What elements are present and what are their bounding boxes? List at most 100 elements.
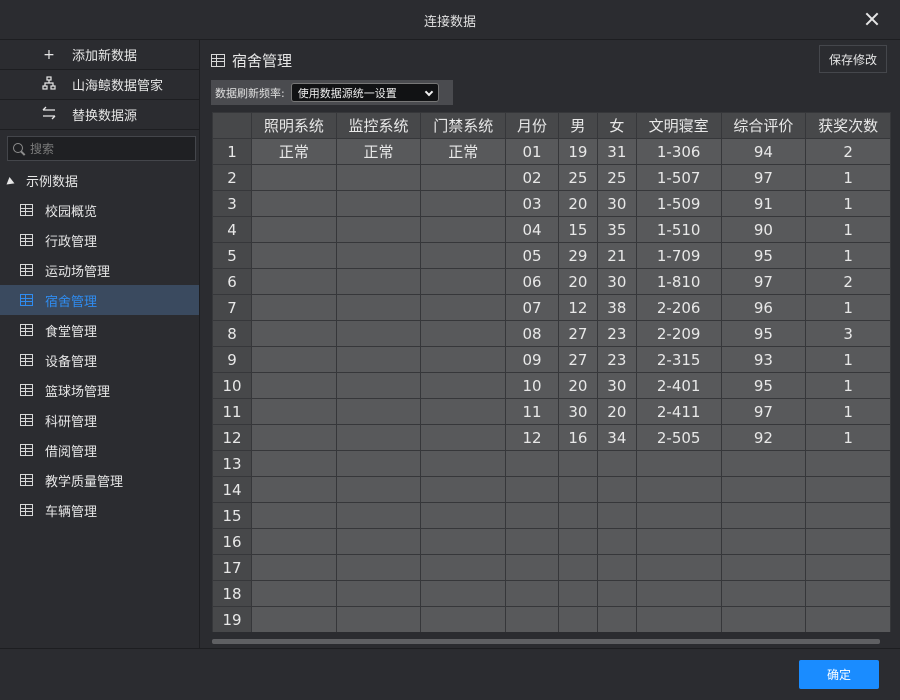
table-cell[interactable]: 正常	[420, 138, 507, 165]
table-cell[interactable]: 2-401	[635, 372, 722, 399]
table-cell[interactable]: 97	[720, 268, 807, 295]
table-cell[interactable]	[420, 580, 507, 607]
table-cell[interactable]	[805, 528, 891, 555]
table-cell[interactable]	[505, 502, 559, 529]
table-cell[interactable]	[420, 450, 507, 477]
table-cell[interactable]: 30	[557, 398, 598, 425]
table-cell[interactable]	[557, 554, 598, 581]
sidebar-item[interactable]: 行政管理	[0, 225, 199, 255]
column-header[interactable]: 综合评价	[720, 112, 807, 139]
table-cell[interactable]	[505, 606, 559, 632]
table-cell[interactable]	[596, 528, 637, 555]
table-cell[interactable]	[557, 606, 598, 632]
table-cell[interactable]	[635, 606, 722, 632]
column-header[interactable]: 女	[596, 112, 637, 139]
table-cell[interactable]: 25	[596, 164, 637, 191]
table-cell[interactable]: 27	[557, 320, 598, 347]
table-cell[interactable]	[420, 320, 507, 347]
table-cell[interactable]	[335, 424, 422, 451]
column-header[interactable]: 文明寝室	[635, 112, 722, 139]
table-cell[interactable]: 1	[805, 190, 891, 217]
sidebar-item[interactable]: 科研管理	[0, 405, 199, 435]
table-cell[interactable]	[420, 242, 507, 269]
table-cell[interactable]	[335, 476, 422, 503]
table-cell[interactable]: 34	[596, 424, 637, 451]
table-cell[interactable]: 95	[720, 372, 807, 399]
table-cell[interactable]	[250, 294, 337, 321]
table-cell[interactable]: 93	[720, 346, 807, 373]
table-cell[interactable]: 1-306	[635, 138, 722, 165]
table-cell[interactable]: 1	[805, 216, 891, 243]
column-header[interactable]: 获奖次数	[805, 112, 891, 139]
table-cell[interactable]	[335, 216, 422, 243]
table-cell[interactable]	[596, 476, 637, 503]
table-cell[interactable]	[505, 554, 559, 581]
close-icon[interactable]	[862, 9, 882, 29]
table-cell[interactable]	[250, 372, 337, 399]
table-cell[interactable]	[335, 450, 422, 477]
table-cell[interactable]: 1	[805, 164, 891, 191]
table-cell[interactable]	[335, 398, 422, 425]
sidebar-item[interactable]: 借阅管理	[0, 435, 199, 465]
table-cell[interactable]: 2-209	[635, 320, 722, 347]
save-changes-button[interactable]: 保存修改	[819, 45, 887, 73]
column-header[interactable]: 月份	[505, 112, 559, 139]
table-cell[interactable]	[805, 450, 891, 477]
column-header[interactable]: 门禁系统	[420, 112, 507, 139]
table-cell[interactable]: 1	[805, 242, 891, 269]
table-cell[interactable]: 23	[596, 320, 637, 347]
table-cell[interactable]	[557, 580, 598, 607]
table-cell[interactable]: 19	[557, 138, 598, 165]
table-cell[interactable]: 16	[557, 424, 598, 451]
table-cell[interactable]	[805, 554, 891, 581]
table-cell[interactable]: 1	[805, 372, 891, 399]
table-cell[interactable]	[335, 502, 422, 529]
table-cell[interactable]: 91	[720, 190, 807, 217]
table-cell[interactable]	[335, 320, 422, 347]
table-cell[interactable]: 23	[596, 346, 637, 373]
table-cell[interactable]	[720, 502, 807, 529]
table-cell[interactable]: 30	[596, 268, 637, 295]
table-cell[interactable]: 31	[596, 138, 637, 165]
table-cell[interactable]: 95	[720, 242, 807, 269]
table-cell[interactable]	[335, 190, 422, 217]
table-cell[interactable]	[250, 320, 337, 347]
table-cell[interactable]: 92	[720, 424, 807, 451]
table-cell[interactable]: 02	[505, 164, 559, 191]
table-cell[interactable]: 90	[720, 216, 807, 243]
table-cell[interactable]: 38	[596, 294, 637, 321]
table-cell[interactable]	[420, 268, 507, 295]
table-cell[interactable]	[250, 216, 337, 243]
table-cell[interactable]	[635, 580, 722, 607]
table-cell[interactable]	[596, 502, 637, 529]
table-cell[interactable]	[557, 528, 598, 555]
table-cell[interactable]	[635, 528, 722, 555]
add-new-data-button[interactable]: + 添加新数据	[0, 40, 199, 70]
table-cell[interactable]: 97	[720, 164, 807, 191]
table-cell[interactable]	[720, 606, 807, 632]
data-manager-button[interactable]: 山海鲸数据管家	[0, 70, 199, 100]
table-cell[interactable]	[720, 476, 807, 503]
replace-datasource-button[interactable]: 替换数据源	[0, 100, 199, 130]
table-cell[interactable]	[250, 450, 337, 477]
table-cell[interactable]	[250, 554, 337, 581]
table-cell[interactable]: 正常	[335, 138, 422, 165]
table-cell[interactable]	[335, 346, 422, 373]
table-cell[interactable]: 10	[505, 372, 559, 399]
table-cell[interactable]: 07	[505, 294, 559, 321]
table-cell[interactable]: 1	[805, 424, 891, 451]
table-cell[interactable]: 03	[505, 190, 559, 217]
column-header[interactable]: 监控系统	[335, 112, 422, 139]
table-cell[interactable]	[505, 528, 559, 555]
sidebar-item[interactable]: 设备管理	[0, 345, 199, 375]
table-cell[interactable]	[250, 502, 337, 529]
sidebar-item[interactable]: 宿舍管理	[0, 285, 199, 315]
column-header[interactable]: 男	[557, 112, 598, 139]
table-cell[interactable]	[596, 606, 637, 632]
table-cell[interactable]: 06	[505, 268, 559, 295]
table-cell[interactable]	[635, 502, 722, 529]
table-cell[interactable]: 35	[596, 216, 637, 243]
table-cell[interactable]	[635, 554, 722, 581]
table-cell[interactable]: 04	[505, 216, 559, 243]
table-cell[interactable]	[335, 372, 422, 399]
